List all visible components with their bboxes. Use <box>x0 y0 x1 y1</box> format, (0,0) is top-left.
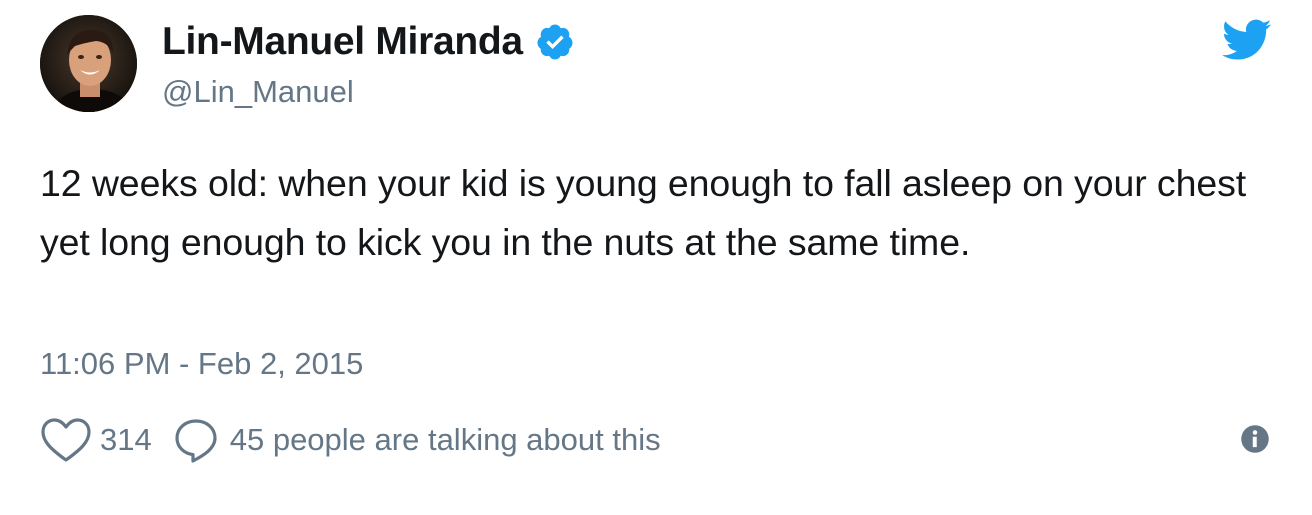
author-name-row[interactable]: Lin-Manuel Miranda <box>162 19 575 65</box>
display-name[interactable]: Lin-Manuel Miranda <box>162 19 523 65</box>
tweet-timestamp[interactable]: 11:06 PM - Feb 2, 2015 <box>40 344 363 384</box>
tweet-card: Lin-Manuel Miranda @Lin_Manuel 12 weeks … <box>0 0 1312 515</box>
info-icon[interactable] <box>1240 424 1270 454</box>
verified-badge-icon <box>537 24 573 60</box>
conversation-count: 45 people are talking about this <box>229 422 661 457</box>
like-count: 314 <box>100 422 152 457</box>
engagement-bar: 314 45 people are talking about this <box>40 415 661 465</box>
avatar[interactable] <box>40 15 137 112</box>
user-handle[interactable]: @Lin_Manuel <box>162 72 354 112</box>
speech-bubble-icon <box>175 419 217 463</box>
heart-icon <box>41 418 91 462</box>
tweet-text: 12 weeks old: when your kid is young eno… <box>40 162 1247 263</box>
twitter-bird-icon[interactable] <box>1222 18 1272 60</box>
like-button[interactable]: 314 <box>40 417 172 463</box>
conversation-link[interactable]: 45 people are talking about this <box>172 416 661 464</box>
avatar-photo <box>40 15 137 112</box>
